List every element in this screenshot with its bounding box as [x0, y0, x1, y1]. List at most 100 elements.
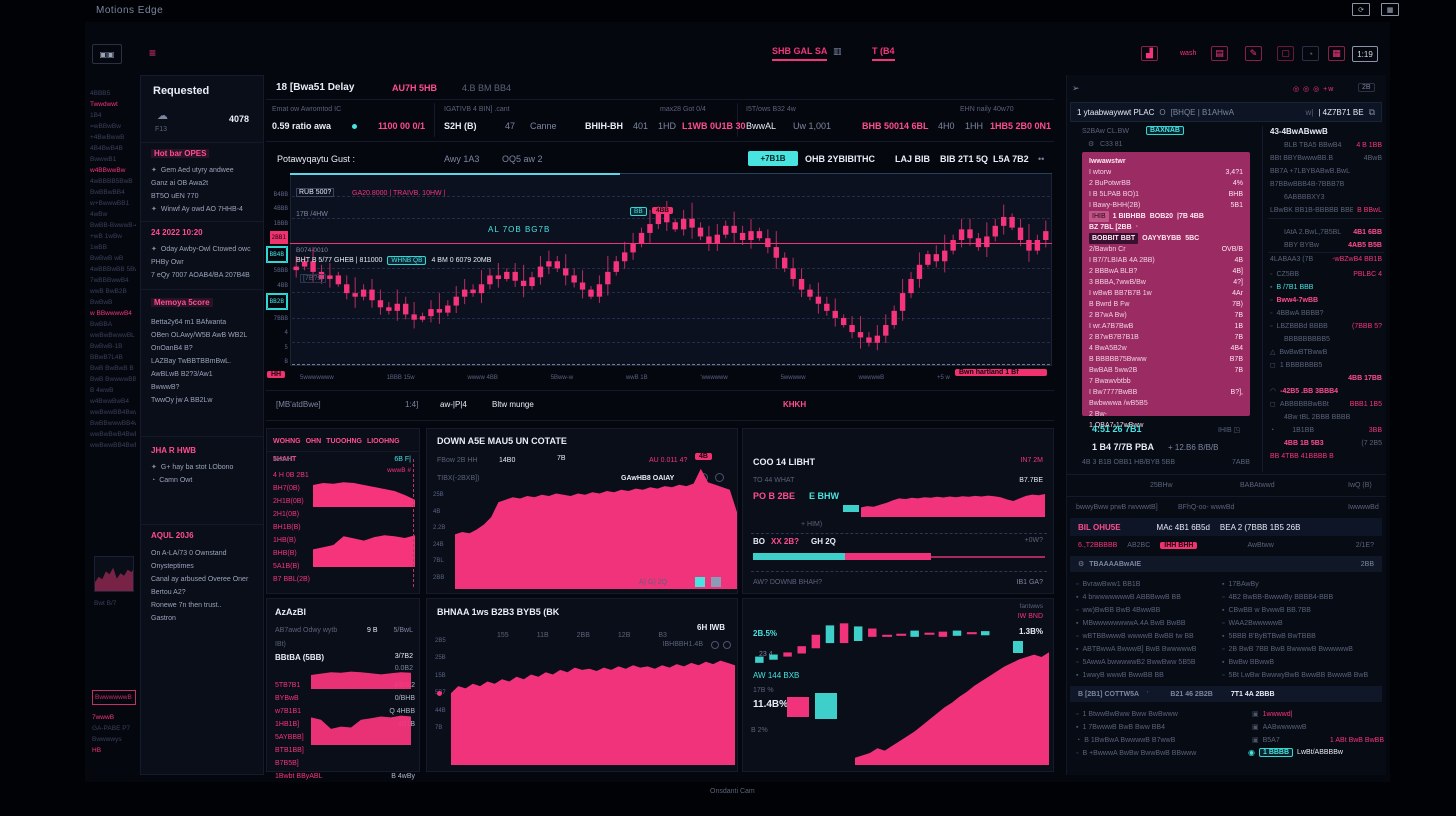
- chart-opt-4[interactable]: L5A 7B2: [993, 154, 1029, 164]
- sidebar-item[interactable]: ✦G+ hay ba stot LObono: [151, 461, 257, 474]
- detail-row[interactable]: 4BB 1B 5B3(7 2B5: [1270, 437, 1382, 450]
- table-row[interactable]: 2 B7wA Bw)7B: [1082, 310, 1250, 321]
- detail-row[interactable]: ▪B /7B1 BBB: [1270, 281, 1382, 294]
- rail-item[interactable]: BwBBwBB4: [90, 187, 136, 198]
- rb2-chip[interactable]: IHH BHH: [1160, 542, 1197, 549]
- rail-item[interactable]: BwwwB1: [90, 154, 136, 165]
- indicator-chip[interactable]: WHNB QB: [387, 256, 426, 265]
- rail-item[interactable]: 1wBB: [90, 242, 136, 253]
- rail-item[interactable]: GA-PABE P7: [92, 723, 138, 734]
- expand-icon[interactable]: ⧉: [1369, 107, 1375, 118]
- wash-label[interactable]: wash: [1180, 50, 1196, 57]
- rail-item[interactable]: Twwdwwt: [90, 99, 136, 110]
- help-icon[interactable]: ◔: [1302, 46, 1319, 61]
- detail-row[interactable]: IAtA 2.BwL,7B5BL4B1 6BB: [1270, 226, 1382, 239]
- rail-item[interactable]: wwB BwB2B: [90, 286, 136, 297]
- detail-row[interactable]: BBt BBYBwwwBB.B4BwB: [1270, 152, 1382, 165]
- check-item[interactable]: ▫4B2 BwBB-BwwwBy BBBB4-BBB: [1222, 591, 1382, 604]
- rb-row-2[interactable]: 6.,T2BBBBB AB2BC IHH BHH AwBtww 2/1E?: [1070, 538, 1382, 552]
- rail-item[interactable]: wwBwwBB4BwB: [90, 440, 136, 451]
- window-grid-icon[interactable]: ▦: [1381, 3, 1399, 16]
- chart-opt-1[interactable]: OHB 2YBIBITHC: [805, 154, 875, 164]
- axis-badge-right[interactable]: Bwn hartland 1 Bf: [955, 369, 1047, 376]
- panel-alert-badge[interactable]: 4B: [695, 453, 712, 460]
- detail-row[interactable]: ◻ABBBBBBwBBtBBB1 1B5: [1270, 398, 1382, 411]
- document-icon[interactable]: ▢: [1277, 46, 1294, 61]
- subrow-alert[interactable]: KHKH: [783, 400, 806, 409]
- candlestick-chart[interactable]: [292, 178, 1050, 364]
- filter-toggle[interactable]: Bltw munge: [492, 400, 534, 409]
- table-row[interactable]: I Bw7777BwBBB?],: [1082, 387, 1250, 398]
- strip-b[interactable]: BABAtwwd: [1240, 482, 1275, 489]
- detail-row[interactable]: ◔1B1BB3BB: [1270, 424, 1382, 437]
- list-item[interactable]: ▣1wwwwd|: [1252, 708, 1384, 721]
- detail-row[interactable]: BB7A +7LBYBABwB.BwL: [1270, 165, 1382, 178]
- check-item[interactable]: ▫2B BwB 7BB BwB BwwwwB BwwwwwB: [1222, 643, 1382, 656]
- list-item[interactable]: ▪1 7BwwwB BwB Bww BB4: [1076, 721, 1226, 734]
- rail-item[interactable]: HB: [92, 745, 138, 756]
- detail-row[interactable]: BB 4TBB 41BBBB B: [1270, 450, 1382, 463]
- table-row[interactable]: 7 Bwawvbtbb: [1082, 376, 1250, 387]
- counter-box[interactable]: 1:19: [1352, 46, 1378, 62]
- check-item[interactable]: ▫5Bt LwBw BwwwyBwB BwwBB BwwwB BwB: [1222, 669, 1382, 682]
- rail-item[interactable]: BwBwB: [90, 297, 136, 308]
- chart-opt-2[interactable]: LAJ BIB: [895, 154, 930, 164]
- right-search-bar[interactable]: 1 ytaabwaywwt PLAC O [BHQE | B1AHwA w| |…: [1070, 102, 1382, 122]
- rail-item[interactable]: w4BwwBwB4: [90, 396, 136, 407]
- buy-button[interactable]: +7B1B: [748, 151, 798, 166]
- sidebar-item[interactable]: 7 eQy 7007 AOAB4/BA 207B4B: [151, 269, 257, 282]
- table-row[interactable]: B BBBBB75BwwwB7B: [1082, 354, 1250, 365]
- sidebar-item[interactable]: LAZBay TwBBTBBmBwL.: [151, 355, 257, 368]
- rail-item[interactable]: 7wBBBwwB4: [90, 275, 136, 286]
- detail-row[interactable]: ◠-42B5 .BB 3BBB4: [1270, 385, 1382, 398]
- rail-item[interactable]: w+BwwwBB1: [90, 198, 136, 209]
- sidebar-item[interactable]: BwwwB?: [151, 381, 257, 394]
- more-icon[interactable]: ••: [1038, 154, 1044, 164]
- right-count-badge[interactable]: 2B: [1358, 83, 1375, 92]
- pencil-icon[interactable]: ✎: [1245, 46, 1262, 61]
- panel-tab[interactable]: TUOOHNG: [326, 435, 362, 448]
- value-item[interactable]: B7 BBL(2B): [273, 573, 339, 586]
- rail-item[interactable]: BwB BwwwwBBwL: [90, 374, 136, 385]
- rail-item[interactable]: BwBB-BwwwB-4: [90, 220, 136, 231]
- qr-icon[interactable]: ▦: [1328, 46, 1345, 61]
- table-row[interactable]: 3 BBBA,7wwB/Bw4?]: [1082, 277, 1250, 288]
- table-row[interactable]: I wBwB BB7B7B 1w4Ar: [1082, 288, 1250, 299]
- window-refresh-icon[interactable]: ⟳: [1352, 3, 1370, 16]
- list-item[interactable]: ◔B 1BwBwA BwwwwB B7wwB: [1076, 734, 1226, 747]
- detail-row[interactable]: 4Bw tBL 2BBB BBBB: [1270, 411, 1382, 424]
- detail-row[interactable]: 6ABBBBXY3: [1270, 191, 1382, 204]
- check-item[interactable]: ▪BwBw BBwwB: [1222, 656, 1382, 669]
- rail-item[interactable]: BwBBwwwBB4wB: [90, 418, 136, 429]
- detail-row[interactable]: △BwBwBTBwwB: [1270, 346, 1382, 359]
- check-item[interactable]: ▫BvrawBww1 BB1B: [1076, 578, 1216, 591]
- sidebar-item[interactable]: OnOanB4 B?: [151, 342, 257, 355]
- app-logo[interactable]: ▣▣: [92, 44, 122, 64]
- rb-row-1[interactable]: BIL OHU5E MAc 4B1 6B5d BEA 2 (7BBB 1B5 2…: [1070, 518, 1382, 536]
- rail-item[interactable]: 7wwwB: [92, 712, 138, 723]
- check-item[interactable]: ▪4 brwwwwwwwB ABBBwwB BB: [1076, 591, 1216, 604]
- metric-row[interactable]: BTB1BB]: [275, 744, 415, 757]
- rail-item[interactable]: +4BwBwwB: [90, 132, 136, 143]
- detail-row[interactable]: LBwBK BB1B-BBBBB BBBwB BBwL: [1270, 204, 1382, 217]
- timeframe-box[interactable]: [7B?s]: [300, 274, 326, 283]
- detail-row[interactable]: BLB TBA5 BBwB44 B 1BB: [1270, 139, 1382, 152]
- sidebar-item[interactable]: TwwOy jw A BB2Lw: [151, 394, 257, 407]
- check-item[interactable]: ▪1wwyB wwwB BwwBB BB: [1076, 669, 1216, 682]
- table-row[interactable]: 2/Bawbn CrOVB/B: [1082, 244, 1250, 255]
- list-item[interactable]: ▣B5A71 ABt BwB BwBB: [1252, 734, 1384, 747]
- sidebar-item[interactable]: Onysteptimes: [151, 560, 257, 573]
- rail-item[interactable]: wwBwwBB4BwwB: [90, 407, 136, 418]
- check-item[interactable]: ▫wBTBBwwwB wwwwB BwBB tw BB: [1076, 630, 1216, 643]
- detail-row[interactable]: BBY BYBw4AB5 B5B: [1270, 239, 1382, 252]
- detail-row[interactable]: B7BBwBBB4B-7BBB7B: [1270, 178, 1382, 191]
- rail-item[interactable]: wwBwBwB4BwB: [90, 429, 136, 440]
- table-row[interactable]: B Bwrd B Fw7B): [1082, 299, 1250, 310]
- rb-badge-row[interactable]: ◉ 1 BBBB LwBt/ABBBBw: [1248, 748, 1343, 757]
- sidebar-item[interactable]: Betta2y64 m1 BAfwanta: [151, 316, 257, 329]
- sidebar-item[interactable]: OBen OLAwy/W5B AwB WB2L: [151, 329, 257, 342]
- rail-item[interactable]: =wBBwBw: [90, 121, 136, 132]
- sidebar-item[interactable]: Ronewe 7n then trust..: [151, 599, 257, 612]
- sidebar-item[interactable]: ◔Camn Owt: [151, 474, 257, 487]
- sidebar-item[interactable]: ✦Gem Aed utyry andwee: [151, 164, 257, 177]
